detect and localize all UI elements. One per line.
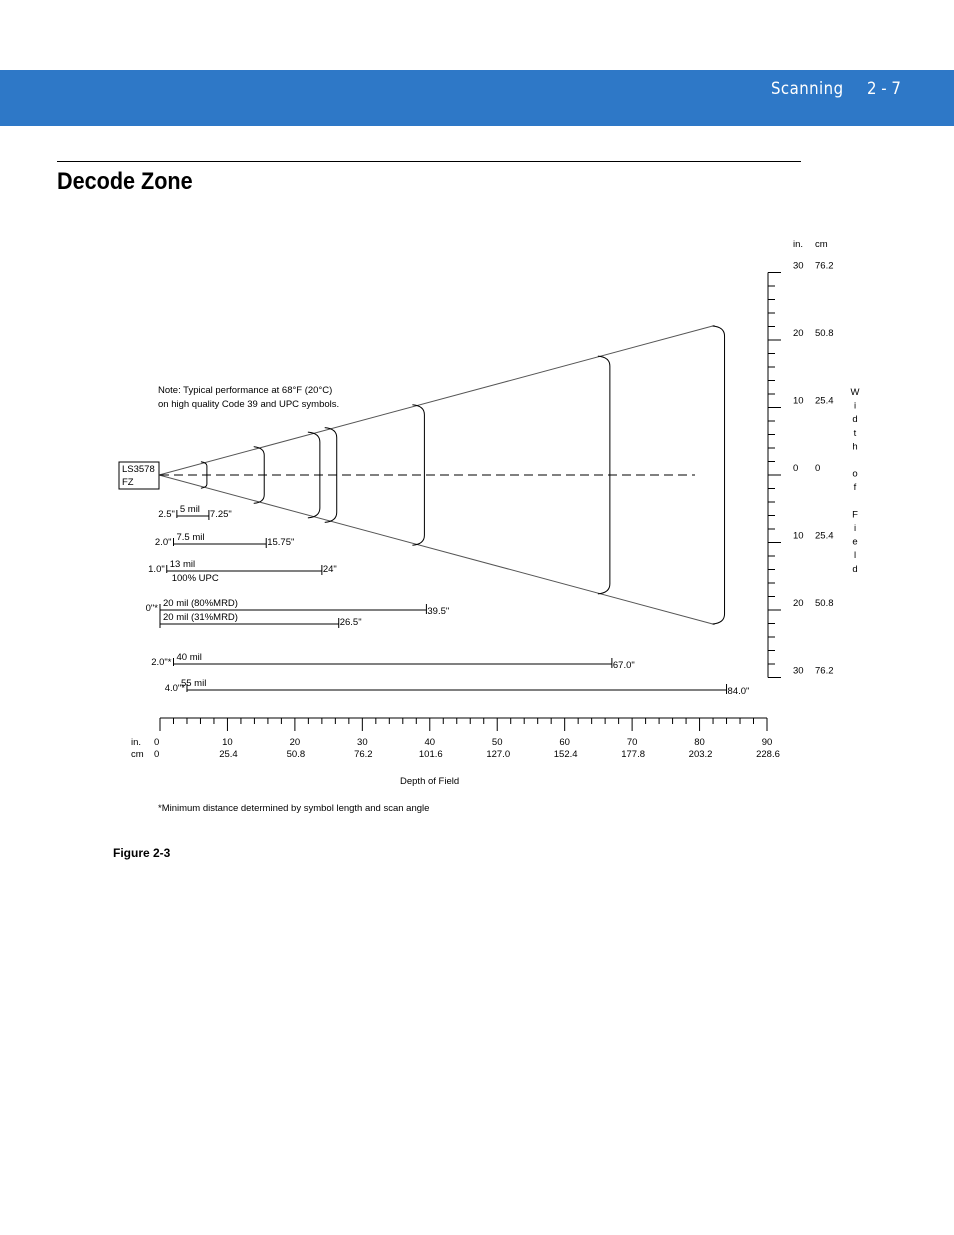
width-axis-tick-label-in: 30	[793, 666, 804, 677]
depth-axis-tick-label-cm: 0	[154, 749, 159, 760]
width-axis-tick-label-cm: 76.2	[815, 261, 834, 272]
depth-axis-tick-label-cm: 25.4	[219, 749, 238, 760]
depth-axis-tick-label-cm: 152.4	[554, 749, 578, 760]
width-axis-label-letter: d	[852, 414, 857, 425]
range-bar-far-label: 84.0"	[728, 686, 750, 697]
range-bar-5-mil: 5 mil 2.5" 7.25"	[158, 504, 232, 520]
depth-axis-label: Depth of Field	[400, 776, 459, 787]
width-axis-tick-label-cm: 25.4	[815, 396, 834, 407]
depth-axis-tick-label-in: 10	[222, 737, 233, 748]
range-bar-name: 13 mil	[170, 559, 195, 570]
depth-axis-unit-cm: cm	[131, 749, 144, 760]
range-bars: 5 mil 2.5" 7.25" 7.5 mil 2.0" 15.75" 13 mil 1.0…	[146, 504, 750, 697]
depth-axis-tick-label-in: 20	[290, 737, 301, 748]
figure-caption: Figure 2-3	[113, 846, 171, 860]
width-axis-tick-label-in: 20	[793, 328, 804, 339]
range-bar-name: 20 mil (31%MRD)	[163, 612, 238, 623]
depth-axis-tick-label-in: 80	[694, 737, 705, 748]
beam-lower-edge	[158, 474, 715, 625]
range-bar-far-label: 15.75"	[267, 537, 294, 548]
range-bar-name: 5 mil	[180, 504, 200, 515]
width-axis: in. cm 30 76.2 20 50.8 10 25.4 0 0 10 25.4 20 50.8 30 7…	[767, 239, 860, 678]
width-axis-tick-label-cm: 50.8	[815, 328, 834, 339]
range-bar-near-label: 1.0"	[148, 564, 165, 575]
range-bar-far-label: 39.5"	[427, 606, 449, 617]
scanner-label-variant: FZ	[122, 477, 134, 488]
width-axis-tick-label-cm: 76.2	[815, 666, 834, 677]
range-bar-near-label: 4.0"*	[165, 683, 186, 694]
range-bar-name: 7.5 mil	[176, 532, 204, 543]
width-axis-tick-label-in: 10	[793, 531, 804, 542]
width-axis-label-letter: h	[852, 441, 857, 452]
width-axis-label-letter: W	[851, 387, 860, 398]
width-axis-unit-cm: cm	[815, 239, 828, 250]
range-bar-55-mil: 55 mil4.0"* 84.0"	[165, 678, 750, 697]
width-axis-tick-label-in: 30	[793, 261, 804, 272]
range-bar-name: 20 mil (80%MRD)	[163, 598, 238, 609]
range-bar-far-label: 24"	[323, 564, 337, 575]
depth-axis-tick-label-cm: 50.8	[287, 749, 306, 760]
depth-axis-tick-label-cm: 203.2	[689, 749, 713, 760]
range-bar-far-label: 67.0"	[613, 660, 635, 671]
range-bar-name: 40 mil	[176, 652, 201, 663]
range-bar-20-mil-31-mrd-: 20 mil (31%MRD) 26.5"	[159, 612, 362, 628]
width-axis-unit-in: in.	[793, 239, 803, 250]
scanner-label-model: LS3578	[122, 464, 155, 475]
range-bar-far-label: 26.5"	[340, 617, 362, 628]
depth-axis-tick-label-cm: 177.8	[621, 749, 645, 760]
zone-boundary-55-mil	[712, 325, 726, 625]
footnote: *Minimum distance determined by symbol l…	[158, 803, 429, 814]
width-axis-tick-label-cm: 50.8	[815, 598, 834, 609]
range-bar-near-label: 2.0"*	[151, 657, 172, 668]
width-axis-label-letter: l	[854, 550, 856, 561]
note-line-1: Note: Typical performance at 68°F (20°C)	[158, 385, 332, 396]
width-axis-label-letter: t	[854, 428, 857, 439]
range-bar-sublabel: 100% UPC	[172, 573, 219, 584]
depth-axis: in.cm 00 1025.4 2050.8 3076.2 40101.6 50127.0 6…	[131, 717, 780, 760]
depth-axis-tick-label-in: 70	[627, 737, 638, 748]
range-bar-far-label: 7.25"	[210, 509, 232, 520]
width-axis-label-letter: o	[852, 469, 857, 480]
width-axis-label-letter: i	[854, 401, 856, 412]
depth-axis-tick-label-cm: 101.6	[419, 749, 443, 760]
width-axis-label-letter: i	[854, 523, 856, 534]
range-bar-7-5-mil: 7.5 mil 2.0" 15.75"	[155, 532, 294, 548]
beam-layer	[158, 325, 715, 625]
depth-axis-tick-label-in: 60	[559, 737, 570, 748]
width-axis-tick-label-in: 0	[793, 463, 798, 474]
width-axis-tick-label-cm: 0	[815, 463, 820, 474]
width-axis-tick-label-cm: 25.4	[815, 531, 834, 542]
depth-axis-tick-label-in: 30	[357, 737, 368, 748]
range-bar-near-label: 2.0"	[155, 537, 172, 548]
range-bar-13-mil: 13 mil 1.0" 24" 100% UPC	[148, 559, 337, 584]
depth-axis-tick-label-cm: 228.6	[756, 749, 780, 760]
depth-axis-tick-label-cm: 76.2	[354, 749, 373, 760]
depth-axis-tick-label-in: 90	[762, 737, 773, 748]
width-axis-label-letter: f	[854, 482, 857, 493]
width-axis-tick-label-in: 20	[793, 598, 804, 609]
width-axis-tick-label-in: 10	[793, 396, 804, 407]
range-bar-near-label: 0"*	[146, 603, 159, 614]
width-axis-label-letter: d	[852, 564, 857, 575]
range-bar-near-label: 2.5"	[158, 509, 175, 520]
depth-axis-unit-in: in.	[131, 737, 141, 748]
depth-axis-tick-label-in: 0	[154, 737, 159, 748]
width-axis-label-letter: e	[852, 537, 857, 548]
width-axis-label-letter: F	[852, 509, 858, 520]
range-bar-40-mil: 40 mil 2.0"* 67.0"	[151, 652, 635, 671]
depth-axis-tick-label-in: 50	[492, 737, 503, 748]
depth-axis-tick-label-cm: 127.0	[486, 749, 510, 760]
depth-axis-tick-label-in: 40	[424, 737, 435, 748]
note-line-2: on high quality Code 39 and UPC symbols.	[158, 399, 339, 410]
decode-zone-diagram: LS3578 FZ Note: Typical performance at 6…	[118, 239, 860, 814]
